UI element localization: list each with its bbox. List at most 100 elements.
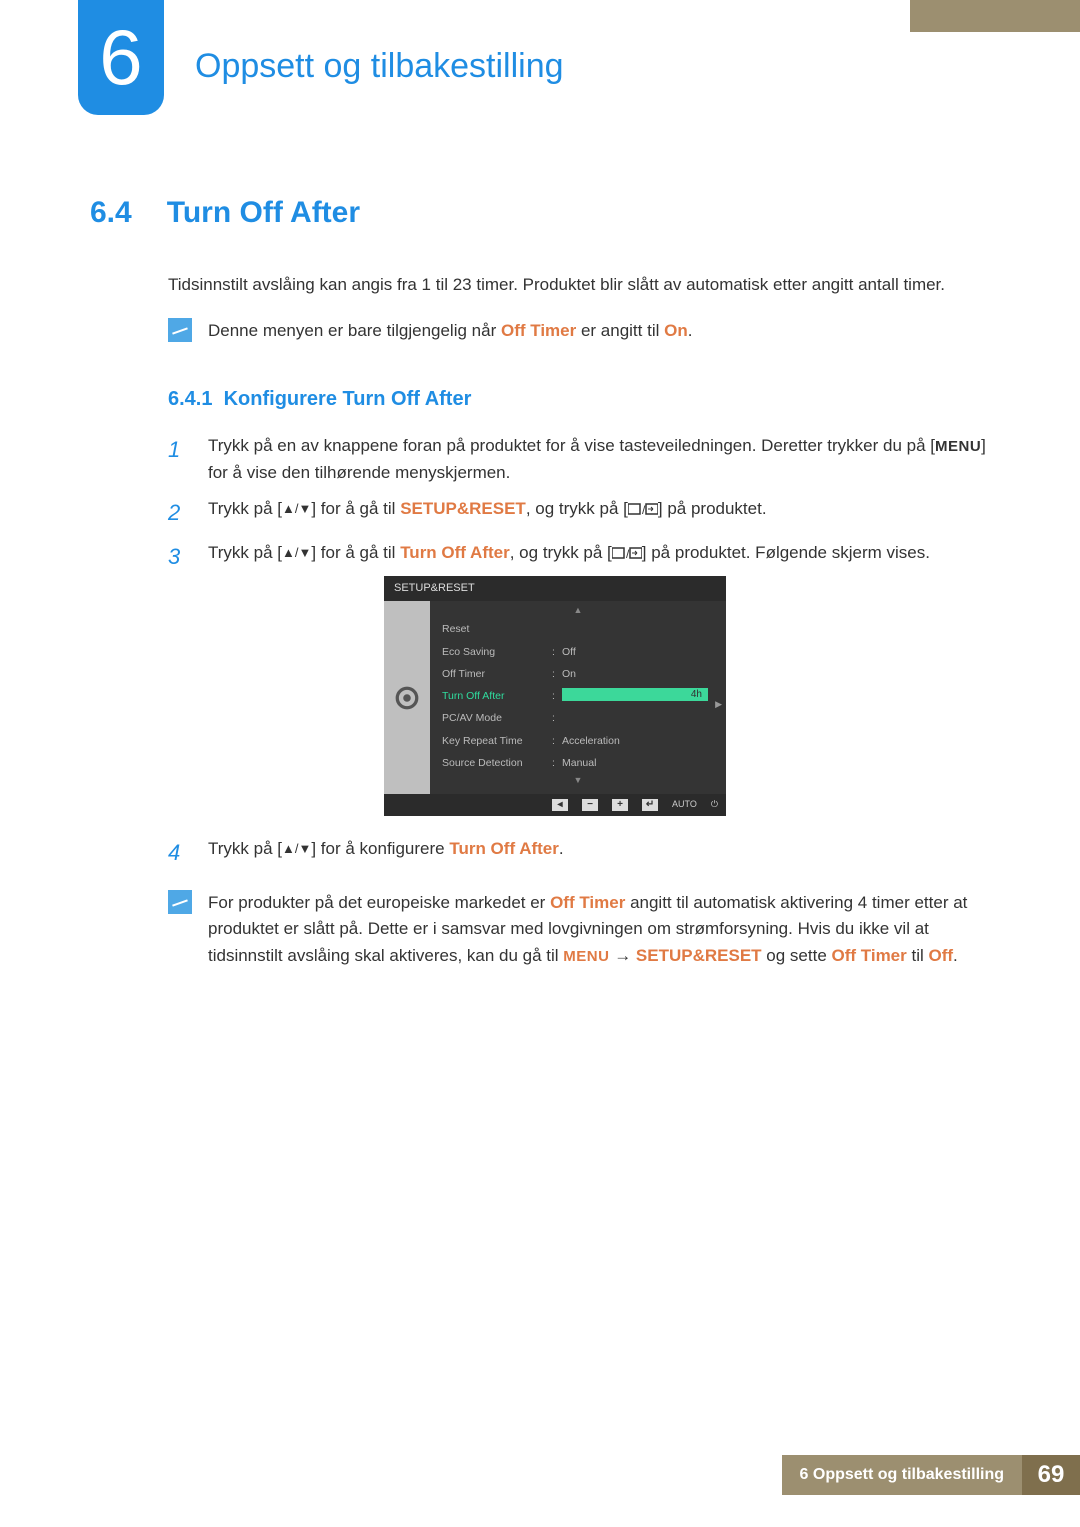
highlight: SETUP&RESET (400, 499, 526, 518)
section-intro: Tidsinnstilt avslåing kan angis fra 1 ti… (168, 272, 990, 298)
up-arrow-icon: ▲ (430, 604, 726, 618)
highlight: Turn Off After (449, 839, 559, 858)
osd-back-icon: ◂ (552, 799, 568, 811)
osd-label: Key Repeat Time (442, 733, 552, 749)
subsection-number: 6.4.1 (168, 388, 212, 410)
section-number: 6.4 (90, 190, 162, 237)
highlight: Off Timer (832, 946, 907, 965)
note-1: Denne menyen er bare tilgjengelig når Of… (168, 318, 990, 344)
osd-value: 4h (562, 688, 714, 704)
osd-auto-label: AUTO (672, 798, 697, 812)
highlight: Turn Off After (400, 543, 510, 562)
highlight: Off (929, 946, 954, 965)
osd-row: Eco Saving:Off (430, 641, 726, 663)
text: Denne menyen er bare tilgjengelig når (208, 321, 501, 340)
step-number: 2 (168, 496, 190, 530)
text: ] på produktet. Følgende skjerm vises. (642, 543, 930, 562)
osd-plus-icon: + (612, 799, 628, 811)
step-number: 1 (168, 433, 190, 486)
highlight: MENU (563, 948, 609, 965)
note-icon (168, 890, 192, 914)
down-arrow-icon: ▼ (430, 774, 726, 788)
up-down-icon: ▲/▼ (282, 501, 311, 516)
osd-items: ▲ Reset Eco Saving:Off Off Timer:On Turn… (430, 601, 726, 794)
osd-header: SETUP&RESET (384, 576, 726, 601)
text: er angitt til (576, 321, 664, 340)
text: . (559, 839, 564, 858)
text: Trykk på [ (208, 499, 282, 518)
note-2: For produkter på det europeiske markedet… (168, 890, 990, 969)
text: . (688, 321, 693, 340)
note-1-text: Denne menyen er bare tilgjengelig når Of… (208, 318, 990, 344)
text: ] for å gå til (311, 543, 400, 562)
steps-list: 1 Trykk på en av knappene foran på produ… (168, 433, 990, 870)
osd-minus-icon: − (582, 799, 598, 811)
osd-label: Turn Off After (442, 688, 552, 704)
text: , og trykk på [ (526, 499, 628, 518)
footer-page-number: 69 (1022, 1455, 1080, 1495)
osd-power-icon: ⏻ (711, 798, 718, 812)
osd-value: Manual (562, 755, 714, 771)
source-enter-icon: / (612, 546, 642, 563)
highlight: Off Timer (501, 321, 576, 340)
osd-label: PC/AV Mode (442, 710, 552, 726)
chapter-title: Oppsett og tilbakestilling (195, 40, 564, 93)
osd-value (562, 710, 714, 726)
page-content: 6.4 Turn Off After Tidsinnstilt avslåing… (90, 190, 990, 969)
osd-value: Off (562, 644, 714, 660)
highlight: Off Timer (550, 893, 625, 912)
osd-gear-icon (384, 601, 430, 794)
header-accent-bar (910, 0, 1080, 32)
osd-row: PC/AV Mode: (430, 707, 726, 729)
text: Trykk på [ (208, 543, 282, 562)
text: ] på produktet. (658, 499, 767, 518)
osd-row: Key Repeat Time:Acceleration (430, 730, 726, 752)
up-down-icon: ▲/▼ (282, 841, 311, 856)
menu-label: MENU (935, 438, 981, 455)
note-2-text: For produkter på det europeiske markedet… (208, 890, 990, 969)
osd-label: Off Timer (442, 666, 552, 682)
osd-slider: 4h (562, 688, 708, 701)
highlight: SETUP&RESET (636, 946, 762, 965)
osd-row-highlighted: Turn Off After:4h (430, 685, 726, 707)
osd-enter-icon: ↵ (642, 799, 658, 811)
text: ] for å gå til (311, 499, 400, 518)
text: ] for å konfigurere (311, 839, 449, 858)
text: og sette (762, 946, 832, 965)
osd-value: Acceleration (562, 733, 714, 749)
step-number: 3 (168, 540, 190, 826)
highlight: On (664, 321, 688, 340)
subsection: 6.4.1 Konfigurere Turn Off After 1 Trykk… (168, 384, 990, 870)
step-number: 4 (168, 836, 190, 870)
text: For produkter på det europeiske markedet… (208, 893, 550, 912)
osd-value: On (562, 666, 714, 682)
text: . (953, 946, 958, 965)
osd-screenshot: SETUP&RESET ▲ Reset Eco Saving:Off Off T… (384, 576, 726, 816)
chapter-number-badge: 6 (78, 0, 164, 115)
arrow: → (609, 946, 635, 965)
note-icon (168, 318, 192, 342)
text: , og trykk på [ (510, 543, 612, 562)
source-enter-icon: / (628, 502, 658, 519)
text: Trykk på en av knappene foran på produkt… (208, 436, 935, 455)
osd-label: Source Detection (442, 755, 552, 771)
osd-value (562, 621, 714, 637)
subsection-title: Konfigurere Turn Off After (224, 388, 472, 410)
osd-label: Reset (442, 621, 552, 637)
text: Trykk på [ (208, 839, 282, 858)
step-3: 3 Trykk på [▲/▼] for å gå til Turn Off A… (168, 540, 990, 826)
step-1: 1 Trykk på en av knappene foran på produ… (168, 433, 990, 486)
footer-chapter-label: 6 Oppsett og tilbakestilling (782, 1455, 1022, 1495)
osd-row: Source Detection:Manual (430, 752, 726, 774)
step-2: 2 Trykk på [▲/▼] for å gå til SETUP&RESE… (168, 496, 990, 530)
text: til (907, 946, 929, 965)
right-arrow-icon: ▶ (715, 698, 722, 712)
section-title: Turn Off After (167, 190, 360, 237)
up-down-icon: ▲/▼ (282, 545, 311, 560)
osd-row: Reset (430, 618, 726, 640)
step-4: 4 Trykk på [▲/▼] for å konfigurere Turn … (168, 836, 990, 870)
osd-footer: ◂ − + ↵ AUTO ⏻ (384, 794, 726, 816)
page-footer: 6 Oppsett og tilbakestilling 69 (782, 1455, 1080, 1495)
osd-label: Eco Saving (442, 644, 552, 660)
osd-row: Off Timer:On (430, 663, 726, 685)
